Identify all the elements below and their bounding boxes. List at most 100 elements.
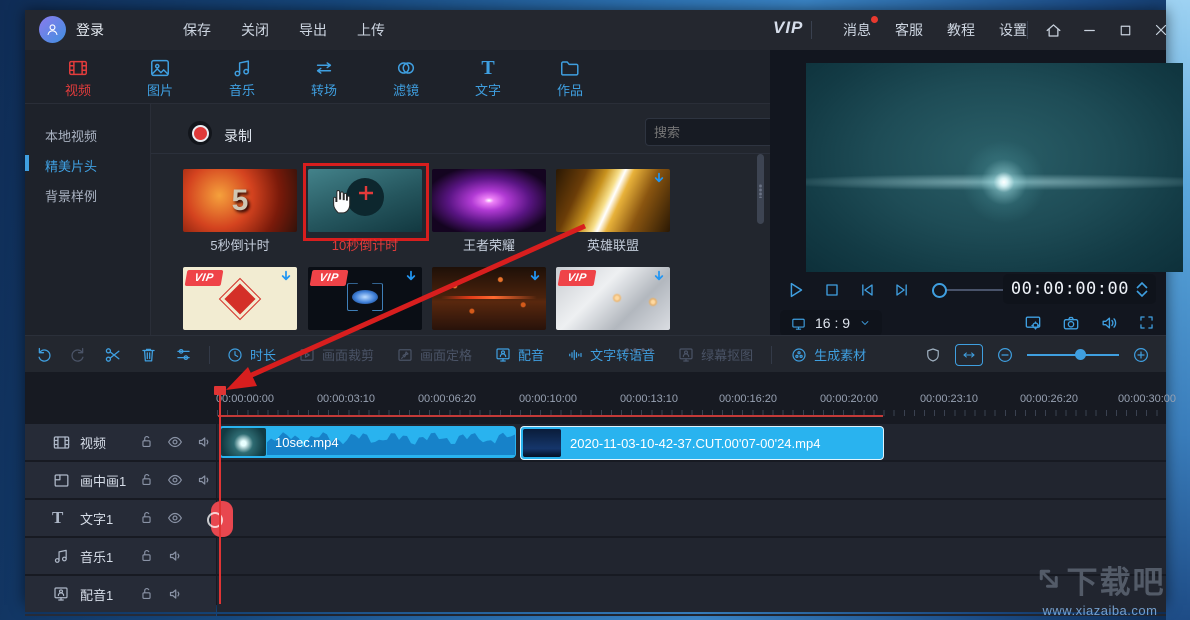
- zoom-out-button[interactable]: [996, 346, 1014, 364]
- tutorial-link[interactable]: 教程: [947, 20, 975, 40]
- track-lane-dubbing[interactable]: [217, 576, 1166, 612]
- playhead[interactable]: [219, 386, 221, 604]
- lock-toggle[interactable]: [138, 471, 155, 489]
- duration-button[interactable]: 时长: [226, 345, 276, 364]
- play-button[interactable]: [785, 279, 807, 301]
- zoom-knob[interactable]: [1075, 348, 1086, 360]
- track-lane-music[interactable]: [217, 538, 1166, 574]
- cut-button[interactable]: [103, 345, 123, 365]
- timecode-stepper[interactable]: [1136, 281, 1148, 297]
- search-box[interactable]: [645, 118, 770, 146]
- thumbnail-dynamic-opening[interactable]: VIP: [183, 267, 297, 330]
- lock-toggle[interactable]: [138, 433, 155, 451]
- thumbnail-dynamic-robot[interactable]: VIP: [308, 267, 422, 330]
- tab-picture[interactable]: 图片: [125, 56, 195, 99]
- sidebar-item-intros[interactable]: 精美片头: [45, 156, 97, 175]
- sidebar-item-local-video[interactable]: 本地视频: [45, 126, 97, 145]
- visibility-toggle[interactable]: [166, 509, 184, 527]
- tab-filter[interactable]: 滤镜: [371, 56, 441, 99]
- seek-knob[interactable]: [932, 283, 947, 298]
- aspect-ratio-dropdown[interactable]: 16 : 9: [780, 310, 883, 336]
- library-scrollbar[interactable]: [757, 154, 764, 224]
- generate-material-button[interactable]: 生成素材: [790, 345, 866, 364]
- minimize-button[interactable]: [1077, 18, 1101, 42]
- download-icon[interactable]: [278, 269, 294, 285]
- snapshot-button[interactable]: [1061, 313, 1081, 333]
- thumbnail-label[interactable]: 5秒倒计时: [183, 235, 297, 254]
- record-button[interactable]: [188, 121, 212, 145]
- volume-button[interactable]: [1099, 313, 1119, 333]
- prev-frame-button[interactable]: [857, 280, 877, 300]
- freeze-frame-button[interactable]: 画面定格: [396, 345, 472, 364]
- tab-music[interactable]: 音乐: [207, 56, 277, 99]
- vip-logo[interactable]: VIP: [773, 18, 803, 38]
- tab-text[interactable]: T 文字: [453, 56, 523, 99]
- menu-upload[interactable]: 上传: [357, 20, 385, 40]
- clip-10sec[interactable]: 10sec.mp4: [219, 426, 516, 458]
- visibility-toggle[interactable]: [166, 433, 184, 451]
- adjust-button[interactable]: [174, 345, 193, 364]
- delete-button[interactable]: [139, 345, 158, 364]
- track-lane-text[interactable]: [217, 500, 1166, 536]
- camera-icon: [1061, 313, 1081, 333]
- track-lane-video[interactable]: 10sec.mp4 2020-11-03-10-42-37.CUT.00'07-…: [217, 424, 1166, 460]
- ruler-label: 00:00:10:00: [518, 393, 578, 405]
- lock-toggle[interactable]: [138, 585, 155, 603]
- support-link[interactable]: 客服: [895, 20, 923, 40]
- messages-link[interactable]: 消息: [843, 16, 878, 40]
- maximize-button[interactable]: [1113, 18, 1137, 42]
- timeline-ruler[interactable]: 00:00:00:00 00:00:03:10 00:00:06:20 00:0…: [216, 386, 1176, 418]
- thumbnail-label[interactable]: 英雄联盟: [556, 235, 670, 254]
- home-button[interactable]: [1041, 18, 1065, 42]
- mute-toggle[interactable]: [195, 433, 213, 451]
- mute-toggle[interactable]: [166, 585, 184, 603]
- thumbnail-league-of-legends[interactable]: [556, 169, 670, 232]
- thumbnail-5sec-countdown[interactable]: 5: [183, 169, 297, 232]
- tab-video[interactable]: 视频: [43, 56, 113, 99]
- settings-link[interactable]: 设置: [999, 20, 1027, 40]
- user-avatar[interactable]: [39, 16, 66, 43]
- download-icon[interactable]: [403, 269, 419, 285]
- sidebar-item-backgrounds[interactable]: 背景样例: [45, 186, 97, 205]
- close-button[interactable]: [1149, 18, 1173, 42]
- text-track-handle[interactable]: [207, 501, 233, 537]
- download-icon[interactable]: [651, 171, 667, 187]
- crop-button[interactable]: 画面裁剪: [298, 345, 374, 364]
- zoom-in-button[interactable]: [1132, 346, 1150, 364]
- mute-toggle[interactable]: [166, 547, 184, 565]
- download-icon[interactable]: [651, 269, 667, 285]
- tab-transition[interactable]: 转场: [289, 56, 359, 99]
- fullscreen-button[interactable]: [1137, 313, 1156, 333]
- redo-button[interactable]: [68, 345, 87, 364]
- tab-works[interactable]: 作品: [535, 56, 605, 99]
- thumbnail-10sec-countdown[interactable]: [303, 163, 429, 241]
- thumbnail-label[interactable]: 10秒倒计时: [308, 235, 422, 254]
- thumbnail-label[interactable]: 王者荣耀: [432, 235, 546, 254]
- display-settings-button[interactable]: [1023, 313, 1043, 333]
- next-frame-button[interactable]: [892, 280, 912, 300]
- fit-timeline-button[interactable]: [955, 343, 983, 366]
- dubbing-button[interactable]: 配音: [494, 345, 544, 364]
- thumbnail-kings-glory[interactable]: [432, 169, 546, 232]
- download-icon[interactable]: [527, 269, 543, 285]
- menu-close-project[interactable]: 关闭: [241, 20, 269, 40]
- timeline-zoom-slider[interactable]: [1027, 348, 1119, 360]
- lock-toggle[interactable]: [138, 509, 155, 527]
- panel-resize-handle[interactable]: [623, 348, 653, 352]
- protect-button[interactable]: [924, 346, 942, 364]
- thumbnail-dne[interactable]: [432, 267, 546, 330]
- stop-button[interactable]: [822, 280, 842, 300]
- green-screen-button[interactable]: 绿幕抠图: [677, 345, 753, 364]
- undo-button[interactable]: [35, 345, 54, 364]
- thumbnail-ice-world[interactable]: VIP: [556, 267, 670, 330]
- mute-toggle[interactable]: [195, 471, 213, 489]
- visibility-toggle[interactable]: [166, 471, 184, 489]
- menu-export[interactable]: 导出: [299, 20, 327, 40]
- search-input[interactable]: [646, 124, 770, 140]
- track-lane-pip[interactable]: [217, 462, 1166, 498]
- clip-cut-video[interactable]: 2020-11-03-10-42-37.CUT.00'07-00'24.mp4: [520, 426, 884, 460]
- titlebar: 登录 保存 关闭 导出 上传 VIP 消息 客服 教程 设置: [25, 10, 1166, 50]
- lock-toggle[interactable]: [138, 547, 155, 565]
- menu-save[interactable]: 保存: [183, 20, 211, 40]
- login-button[interactable]: 登录: [76, 20, 104, 40]
